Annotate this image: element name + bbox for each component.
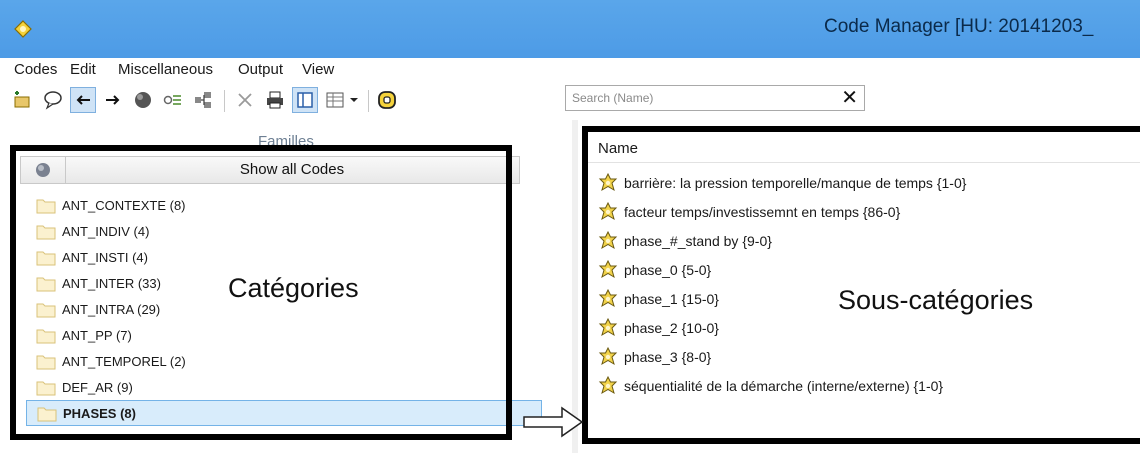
split-view-icon[interactable] <box>292 87 318 113</box>
table-view-icon[interactable] <box>322 87 348 113</box>
title-bar: Code Manager [HU: 20141203_ <box>0 0 1140 58</box>
network-icon[interactable] <box>190 87 216 113</box>
window-title: Code Manager [HU: 20141203_ <box>824 16 1094 37</box>
globe-icon[interactable] <box>130 87 156 113</box>
code-icon[interactable] <box>374 87 400 113</box>
menu-bar: Codes Edit Miscellaneous Output View <box>0 58 1140 82</box>
toolbar-separator <box>368 90 369 112</box>
print-icon[interactable] <box>262 87 288 113</box>
forward-arrow-icon[interactable] <box>100 87 126 113</box>
menu-edit[interactable]: Edit <box>70 61 96 78</box>
app-icon <box>14 20 32 38</box>
arrow-icon <box>523 406 584 438</box>
new-code-icon[interactable] <box>10 87 36 113</box>
menu-view[interactable]: View <box>302 61 334 78</box>
close-icon[interactable]: ✕ <box>841 87 858 109</box>
search-box: ✕ <box>565 85 865 111</box>
subcategories-annotation: Sous-catégories <box>838 285 1034 315</box>
search-input[interactable] <box>570 86 814 110</box>
toolbar-separator <box>224 90 225 112</box>
categories-annotation: Catégories <box>228 273 359 303</box>
code-filter-icon[interactable] <box>160 87 186 113</box>
dropdown-icon[interactable] <box>346 87 362 113</box>
menu-codes[interactable]: Codes <box>14 61 57 78</box>
back-arrow-icon[interactable] <box>70 87 96 113</box>
delete-icon[interactable] <box>232 87 258 113</box>
comment-icon[interactable] <box>40 87 66 113</box>
menu-output[interactable]: Output <box>238 61 283 78</box>
menu-miscellaneous[interactable]: Miscellaneous <box>118 61 213 78</box>
toolbar: ✕ <box>0 82 1140 118</box>
